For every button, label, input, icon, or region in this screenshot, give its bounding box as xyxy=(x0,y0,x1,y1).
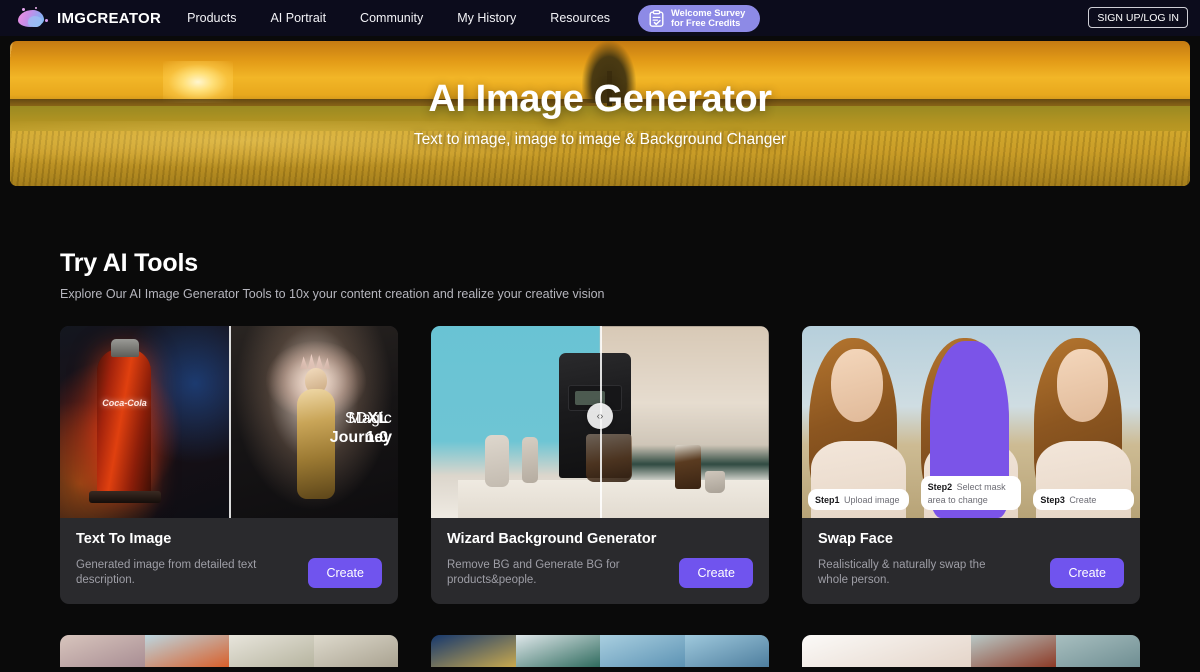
card-description: Remove BG and Generate BG for products&p… xyxy=(447,559,620,586)
card-media-background-generator: ‹› xyxy=(431,326,769,518)
signup-login-button[interactable]: SIGN UP/LOG IN xyxy=(1088,7,1188,28)
thumb-strip xyxy=(431,635,769,667)
card-title: Text To Image xyxy=(76,531,172,547)
step-badge-1: Step1 Upload image xyxy=(808,489,909,510)
thumb xyxy=(684,635,769,667)
thumb xyxy=(971,635,1056,667)
thumb xyxy=(313,635,398,667)
swap-face-panel-step1: Step1 Upload image xyxy=(802,326,915,518)
try-ai-tools-section: Try AI Tools Explore Our AI Image Genera… xyxy=(0,186,1200,667)
step-text: Upload image xyxy=(843,495,900,505)
sdxl-version-text: 1.0 xyxy=(365,428,388,446)
media-label-sdxl: SDXL 1.0 xyxy=(345,410,388,447)
thumb xyxy=(431,635,516,667)
thumb xyxy=(60,635,145,667)
sdxl-text: SDXL xyxy=(345,410,388,428)
hero-banner-wrapper: AI Image Generator Text to image, image … xyxy=(0,36,1200,186)
nav-links: Products AI Portrait Community My Histor… xyxy=(187,11,610,25)
card-body-swap-face: Swap Face Realistically & naturally swap… xyxy=(802,518,1140,604)
step-text: Create xyxy=(1069,495,1097,505)
thumb xyxy=(144,635,229,667)
swap-face-panel-step3: Step3 Create xyxy=(1027,326,1140,518)
step-badge-3: Step3 Create xyxy=(1033,489,1135,510)
create-button-text-to-image[interactable]: Create xyxy=(308,558,382,588)
nav-item-my-history[interactable]: My History xyxy=(457,11,516,25)
thumb-strip xyxy=(802,635,1140,667)
thumb-strip xyxy=(60,635,398,667)
tool-card-grid: Coca-Cola Magic Journey SDXL 1.0 Text To… xyxy=(60,326,1140,604)
card-description: Generated image from detailed text descr… xyxy=(76,559,257,586)
card-body-background-generator: Wizard Background Generator Remove BG an… xyxy=(431,518,769,604)
step-number: Step2 xyxy=(927,482,953,492)
tool-card-wizard-background-generator[interactable]: ‹› Wizard Background Generator Remove BG… xyxy=(431,326,769,604)
create-button-swap-face[interactable]: Create xyxy=(1050,558,1124,588)
blob-logo-icon xyxy=(16,7,50,29)
nav-item-products[interactable]: Products xyxy=(187,11,236,25)
section-subtitle: Explore Our AI Image Generator Tools to … xyxy=(60,287,605,301)
welcome-survey-button[interactable]: Welcome Survey for Free Credits xyxy=(638,4,761,32)
tool-card-text-to-image[interactable]: Coca-Cola Magic Journey SDXL 1.0 Text To… xyxy=(60,326,398,604)
step-badge-2: Step2 Select mask area to change xyxy=(920,476,1022,510)
slider-handle-icon[interactable]: ‹› xyxy=(587,403,613,430)
tool-card-row2-3[interactable] xyxy=(802,635,1140,667)
tool-card-swap-face[interactable]: Step1 Upload image Step2 Select mask are… xyxy=(802,326,1140,604)
nav-item-resources[interactable]: Resources xyxy=(550,11,610,25)
media-split-divider xyxy=(229,326,231,518)
card-title: Wizard Background Generator xyxy=(447,531,657,547)
card-title: Swap Face xyxy=(818,531,893,547)
hero-subtitle: Text to image, image to image & Backgrou… xyxy=(413,131,787,148)
step-number: Step3 xyxy=(1040,495,1065,505)
sd-text: SD xyxy=(344,410,368,428)
clipboard-check-icon xyxy=(649,9,664,27)
brand-name: IMGCREATOR xyxy=(57,9,162,27)
thumb xyxy=(1055,635,1140,667)
create-button-background-generator[interactable]: Create xyxy=(679,558,753,588)
card-body-text-to-image: Text To Image Generated image from detai… xyxy=(60,518,398,604)
tool-card-row2-1[interactable] xyxy=(60,635,398,667)
xl-text: XL xyxy=(367,410,388,428)
nav-item-ai-portrait[interactable]: AI Portrait xyxy=(270,11,326,25)
thumb xyxy=(600,635,685,667)
hero-title: AI Image Generator xyxy=(428,78,772,120)
survey-line-1: Welcome Survey xyxy=(671,7,746,18)
swap-face-panel-step2: Step2 Select mask area to change xyxy=(914,326,1028,518)
card-description: Realistically & naturally swap the whole… xyxy=(818,559,986,586)
tool-card-row2-2[interactable] xyxy=(431,635,769,667)
coca-cola-label: Coca-Cola xyxy=(102,398,147,409)
survey-line-2: for Free Credits xyxy=(671,18,741,28)
section-title: Try AI Tools xyxy=(60,249,198,277)
thumb xyxy=(802,635,971,667)
step-number: Step1 xyxy=(815,495,840,505)
card-media-swap-face: Step1 Upload image Step2 Select mask are… xyxy=(802,326,1140,518)
top-navbar: IMGCREATOR Products AI Portrait Communit… xyxy=(0,0,1200,36)
media-half-magic-journey: Coca-Cola xyxy=(60,326,229,518)
thumb xyxy=(515,635,600,667)
card-media-text-to-image: Coca-Cola Magic Journey SDXL 1.0 xyxy=(60,326,398,518)
thumb xyxy=(229,635,314,667)
tool-card-grid-row2 xyxy=(60,635,1140,667)
nav-item-community[interactable]: Community xyxy=(360,11,423,25)
hero-banner: AI Image Generator Text to image, image … xyxy=(10,41,1190,186)
brand-logo[interactable]: IMGCREATOR xyxy=(16,7,161,29)
